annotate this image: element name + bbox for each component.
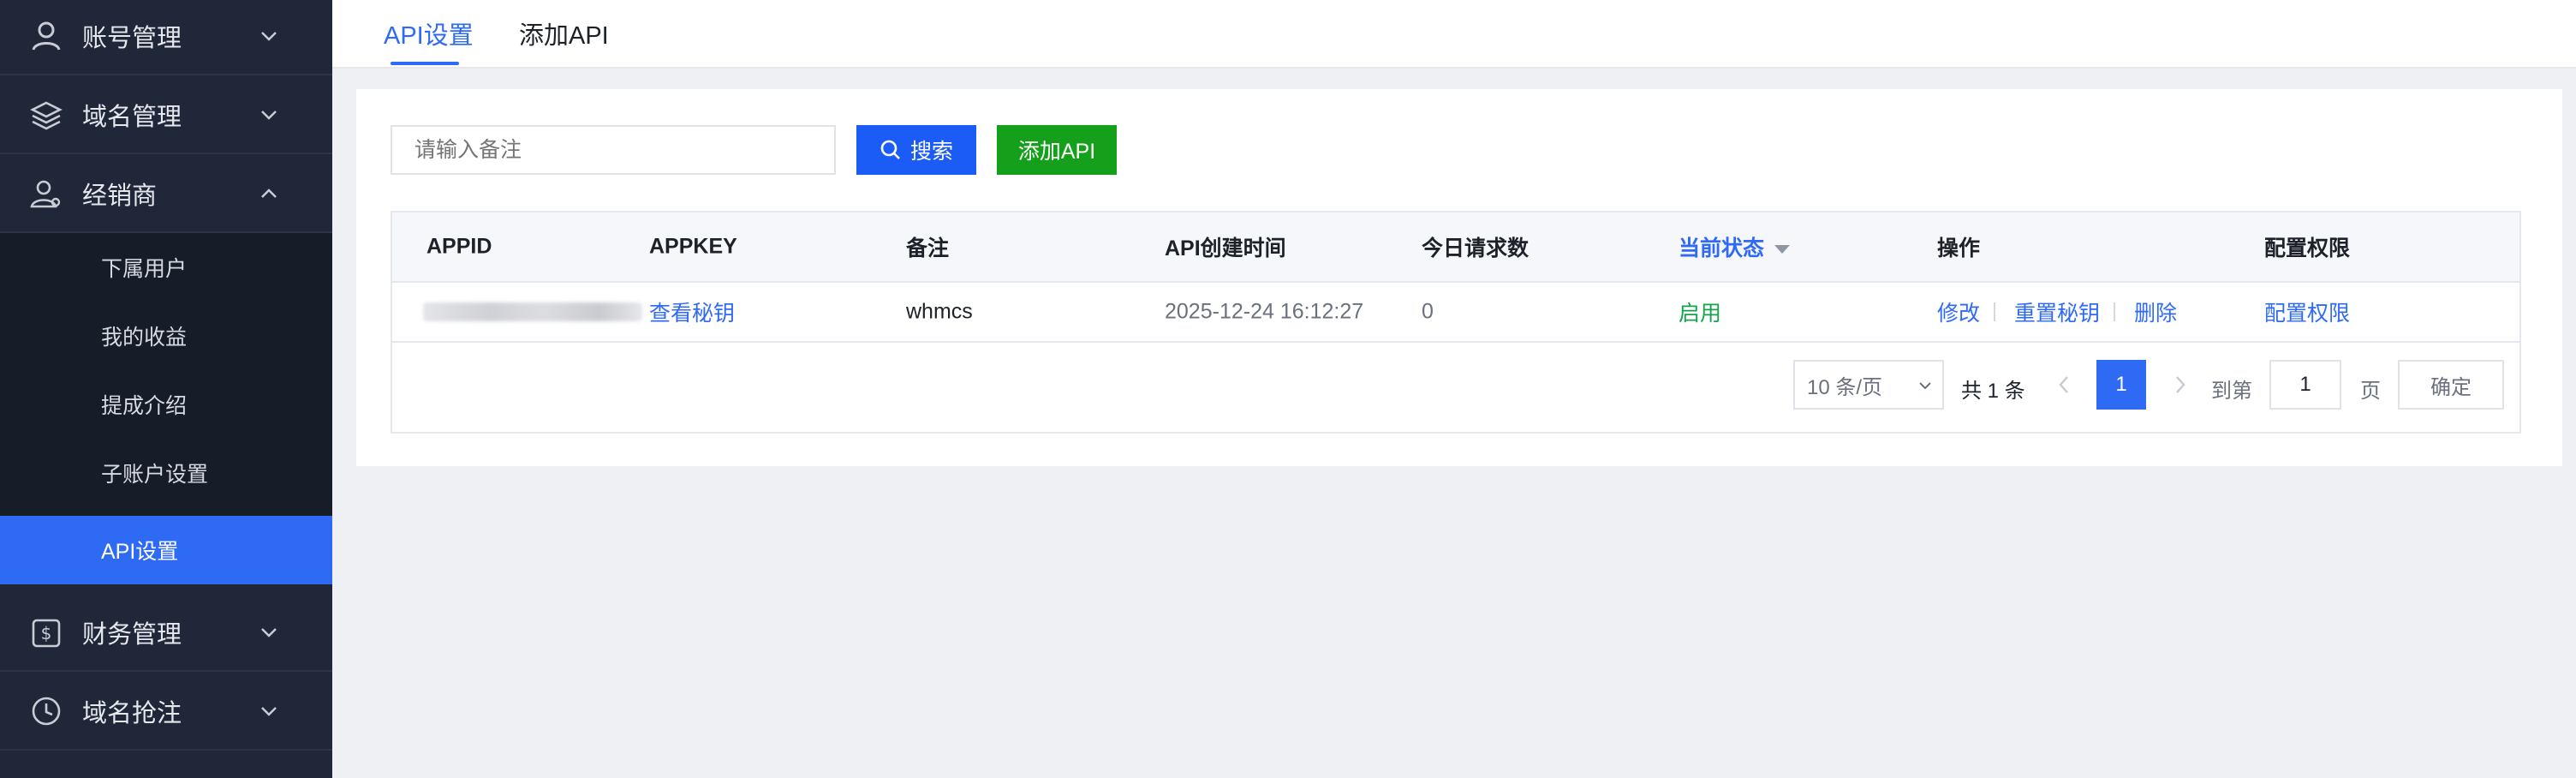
sidebar: 账号管理 域名管理 经销商 下属用户 我的收益 提成介绍 子账户设置 API设置… <box>0 0 332 778</box>
sidebar-item-label: API设置 <box>101 540 179 564</box>
column-header-created: API创建时间 <box>1165 236 1286 260</box>
svg-text:$: $ <box>41 623 52 643</box>
delete-link[interactable]: 删除 <box>2134 296 2177 327</box>
appid-redacted <box>423 302 642 321</box>
request-count-cell: 0 <box>1422 299 1434 324</box>
sidebar-item-label: 子账户设置 <box>101 463 209 487</box>
page-size-value: 10 条/页 <box>1807 375 1883 399</box>
add-api-button[interactable]: 添加API <box>997 125 1117 175</box>
user-icon <box>32 21 61 51</box>
user-group-icon <box>30 180 61 208</box>
sidebar-item-sub-users[interactable]: 下属用户 <box>0 233 332 302</box>
top-tab-bar <box>332 0 2576 69</box>
chevron-down-icon <box>261 32 277 41</box>
prev-page-icon[interactable] <box>2054 374 2074 396</box>
table-header: APPID APPKEY 备注 API创建时间 今日请求数 当前状态 操作 配置… <box>392 212 2519 283</box>
page-suffix: 页 <box>2360 380 2381 403</box>
table-row: 查看秘钥 whmcs 2025-12-24 16:12:27 0 启用 修改 重… <box>392 283 2519 343</box>
next-page-icon[interactable] <box>2170 374 2191 396</box>
goto-label: 到第 <box>2211 380 2252 403</box>
chevron-up-icon <box>261 189 277 198</box>
sidebar-item-label: 我的收益 <box>101 326 188 350</box>
goto-page-input[interactable]: 1 <box>2269 360 2341 410</box>
sidebar-item-subaccount-settings[interactable]: 子账户设置 <box>0 439 332 507</box>
chevron-down-icon <box>261 707 277 716</box>
layers-icon <box>30 101 63 130</box>
search-icon <box>880 140 900 159</box>
api-table: APPID APPKEY 备注 API创建时间 今日请求数 当前状态 操作 配置… <box>391 211 2521 434</box>
sidebar-item-label: 提成介绍 <box>101 394 188 418</box>
active-tab-indicator <box>391 62 459 65</box>
chevron-down-icon <box>261 111 277 120</box>
confirm-page-button[interactable]: 确定 <box>2398 360 2504 410</box>
column-header-note: 备注 <box>906 236 950 260</box>
sidebar-group-label: 域名管理 <box>82 104 182 131</box>
sidebar-group-account[interactable]: 账号管理 <box>0 0 332 75</box>
sidebar-group-reseller[interactable]: 经销商 <box>0 156 332 233</box>
column-header-appid: APPID <box>426 234 492 259</box>
sidebar-item-label: 下属用户 <box>101 257 188 281</box>
created-time-cell: 2025-12-24 16:12:27 <box>1165 299 1364 324</box>
sidebar-group-domain-snatch[interactable]: 域名抢注 <box>0 673 332 751</box>
clock-icon <box>32 697 61 726</box>
sidebar-group-label: 经销商 <box>82 183 158 210</box>
tab-add-api[interactable]: 添加API <box>519 15 609 51</box>
sidebar-group-label: 域名抢注 <box>82 700 182 727</box>
column-header-requests: 今日请求数 <box>1422 236 1530 260</box>
search-button-label: 搜索 <box>909 140 953 164</box>
column-header-status-label: 当前状态 <box>1679 236 1765 260</box>
page-number-current[interactable]: 1 <box>2096 360 2146 410</box>
sidebar-item-my-earnings[interactable]: 我的收益 <box>0 302 332 370</box>
sidebar-item-commission[interactable]: 提成介绍 <box>0 370 332 439</box>
action-divider <box>1994 302 1995 321</box>
sidebar-group-label: 账号管理 <box>82 25 182 52</box>
column-header-actions: 操作 <box>1937 236 1981 260</box>
edit-link[interactable]: 修改 <box>1937 296 1980 327</box>
total-count: 共 1 条 <box>1961 380 2025 403</box>
sort-caret-icon[interactable] <box>1774 245 1791 254</box>
sidebar-item-api-settings[interactable]: API设置 <box>0 516 332 584</box>
column-header-status[interactable]: 当前状态 <box>1679 231 1791 262</box>
note-search-input[interactable] <box>391 125 836 175</box>
sidebar-group-label: 财务管理 <box>82 621 182 649</box>
column-header-appkey: APPKEY <box>649 234 737 259</box>
config-permissions-link[interactable]: 配置权限 <box>2264 296 2350 327</box>
chevron-down-icon <box>261 628 277 637</box>
search-button[interactable]: 搜索 <box>856 125 976 175</box>
action-divider <box>2114 302 2115 321</box>
reset-key-link[interactable]: 重置秘钥 <box>2014 296 2100 327</box>
chevron-down-icon <box>1919 382 1931 390</box>
status-badge: 启用 <box>1679 302 1722 326</box>
column-header-permissions: 配置权限 <box>2264 236 2351 260</box>
note-cell: whmcs <box>906 299 973 324</box>
sidebar-submenu: 下属用户 我的收益 提成介绍 子账户设置 API设置 <box>0 233 332 584</box>
tab-api-settings[interactable]: API设置 <box>384 15 474 51</box>
add-api-button-label: 添加API <box>1017 140 1096 164</box>
dollar-icon: $ <box>32 619 61 648</box>
sidebar-group-finance[interactable]: $ 财务管理 <box>0 595 332 672</box>
page-size-select[interactable]: 10 条/页 <box>1793 360 1944 410</box>
view-key-link[interactable]: 查看秘钥 <box>649 296 735 327</box>
sidebar-group-domain[interactable]: 域名管理 <box>0 77 332 154</box>
